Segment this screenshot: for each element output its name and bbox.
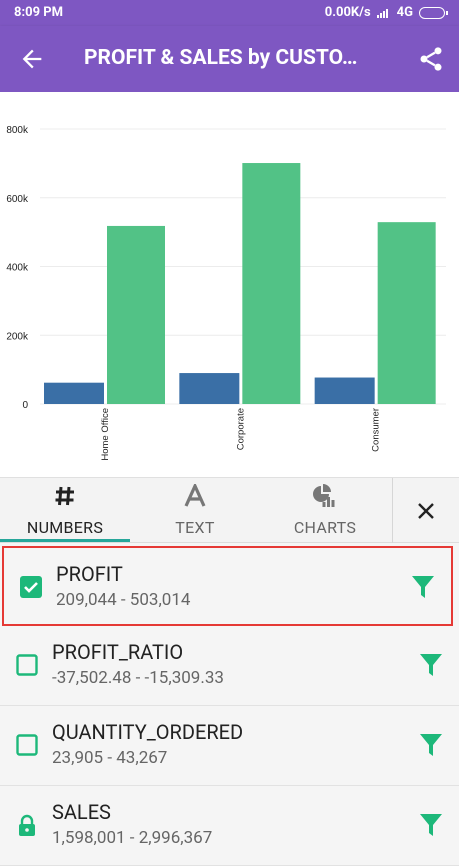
tab-charts[interactable]: CHARTS <box>260 478 390 544</box>
y-tick-label: 600k <box>6 194 29 205</box>
bar <box>107 225 165 404</box>
lock-icon <box>19 814 35 836</box>
tab-numbers-label: NUMBERS <box>26 518 104 537</box>
filter-icon[interactable] <box>411 574 435 600</box>
pie-bar-chart-icon <box>313 484 335 507</box>
x-tick-label: Corporate <box>235 408 246 450</box>
text-a-icon <box>184 484 206 507</box>
tab-bar: NUMBERS TEXT CHARTS <box>0 477 459 544</box>
x-tick-label: Home Office <box>100 408 111 461</box>
close-button[interactable] <box>392 478 459 544</box>
signal-icon <box>376 8 388 18</box>
filter-icon[interactable] <box>419 812 443 838</box>
bar <box>179 373 240 404</box>
checkbox-checked-icon[interactable] <box>20 576 42 598</box>
hash-icon <box>55 486 74 506</box>
field-range: -37,502.48 - -15,309.33 <box>52 668 224 688</box>
y-tick-label: 0 <box>22 400 28 411</box>
field-name: PROFIT_RATIO <box>52 640 184 664</box>
field-name: SALES <box>52 800 111 824</box>
tab-active-indicator <box>0 539 130 542</box>
bar <box>242 163 301 404</box>
field-range: 209,044 - 503,014 <box>56 590 191 610</box>
status-bar: 8:09 PM 0.00K/s 4G <box>0 0 459 26</box>
filter-icon[interactable] <box>419 652 443 678</box>
x-tick-label: Consumer <box>371 408 382 452</box>
field-list: PROFIT 209,044 - 503,014 PROFIT_RATIO -3… <box>0 543 459 866</box>
field-row-profit-ratio[interactable]: PROFIT_RATIO -37,502.48 - -15,309.33 <box>0 626 459 706</box>
status-time: 8:09 PM <box>14 5 64 20</box>
bar <box>377 222 436 404</box>
network-speed: 0.00K/s <box>324 5 371 20</box>
field-name: PROFIT <box>56 562 123 586</box>
y-tick-label: 800k <box>6 125 29 136</box>
field-range: 23,905 - 43,267 <box>52 748 168 768</box>
close-icon <box>418 503 434 519</box>
page-title: PROFIT & SALES by CUSTO… <box>84 46 358 70</box>
y-tick-label: 200k <box>6 331 29 342</box>
y-tick-label: 400k <box>6 263 29 274</box>
back-arrow-icon[interactable] <box>18 45 46 73</box>
field-row-quantity-ordered[interactable]: QUANTITY_ORDERED 23,905 - 43,267 <box>0 706 459 786</box>
app-bar: PROFIT & SALES by CUSTO… <box>0 26 459 92</box>
filter-icon[interactable] <box>419 732 443 758</box>
tab-numbers[interactable]: NUMBERS <box>0 478 130 544</box>
bar-chart: 0 200k 400k 600k 800k Home Office Corporate Con… <box>6 125 446 461</box>
network-type: 4G <box>396 5 413 20</box>
tab-text[interactable]: TEXT <box>130 478 260 544</box>
tab-text-label: TEXT <box>175 518 215 537</box>
field-range: 1,598,001 - 2,996,367 <box>52 828 213 848</box>
field-name: QUANTITY_ORDERED <box>52 720 244 744</box>
checkbox-unchecked-icon[interactable] <box>16 654 38 676</box>
field-row-profit[interactable]: PROFIT 209,044 - 503,014 <box>2 546 453 626</box>
share-icon[interactable] <box>417 45 445 73</box>
checkbox-unchecked-icon[interactable] <box>16 734 38 756</box>
battery-icon <box>419 6 448 19</box>
bar <box>44 382 104 404</box>
chart-area: 0 200k 400k 600k 800k Home Office Corporate Con… <box>0 92 459 477</box>
field-row-sales[interactable]: SALES 1,598,001 - 2,996,367 <box>0 786 459 866</box>
tab-charts-label: CHARTS <box>293 518 357 537</box>
bar <box>314 377 375 404</box>
status-right: 0.00K/s 4G <box>324 5 448 20</box>
